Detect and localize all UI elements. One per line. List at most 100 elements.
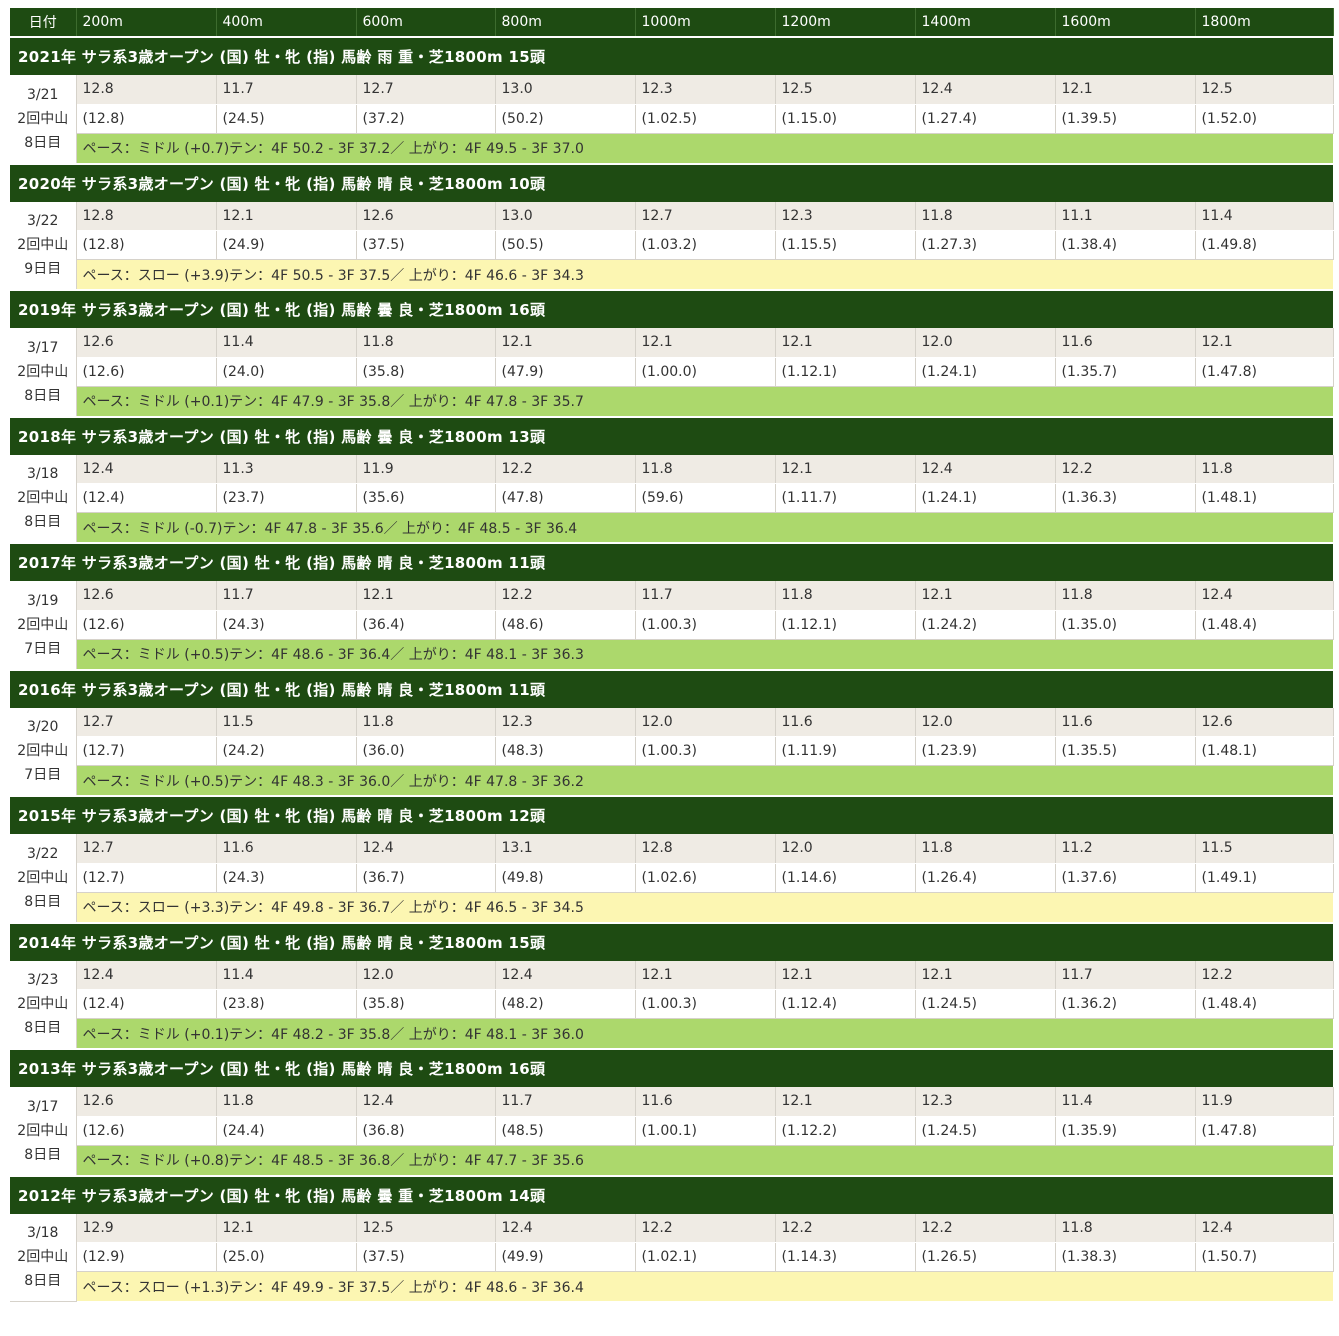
race-title: 2018年 サラ系3歳オープン (国) 牡・牝 (指) 馬齢 曇 良・芝1800… [10,415,1333,455]
cumulative-time-cell: (48.2) [495,989,636,1019]
lap-time-cell: 12.4 [356,1087,496,1117]
pace-row: ペース：スロー (+3.3)テン：4F 49.8 - 3F 36.7／ 上がり：… [10,892,1333,923]
lap-time-cell: 12.4 [495,1213,636,1243]
cumulative-time-cell: (1.52.0) [1195,104,1334,134]
race-date: 3/17 [27,1098,59,1115]
cumulative-times-row: (12.8) (24.5) (37.2) (50.2) (1.02.5) (1.15.0)… [10,104,1334,134]
lap-time-cell: 12.7 [76,834,217,864]
lap-time-cell: 11.8 [1055,1213,1196,1243]
cumulative-time-cell: (12.6) [76,1116,217,1146]
pace-row: ペース：ミドル (+0.8)テン：4F 48.5 - 3F 36.8／ 上がり：… [10,1145,1333,1176]
lap-time-cell: 11.6 [1055,328,1196,358]
cumulative-time-cell: (1.48.4) [1195,989,1334,1019]
race-meet: 2回中山 [17,1122,69,1139]
cumulative-time-cell: (59.6) [635,483,776,513]
lap-time-cell: 12.1 [775,454,916,484]
cumulative-time-cell: (1.00.3) [635,610,776,640]
race-date-cell: 3/17 2回中山 8日目 [10,1087,77,1176]
race-date: 3/22 [27,213,59,230]
cumulative-times-row: (12.4) (23.8) (35.8) (48.2) (1.00.3) (1.12.4)… [10,989,1334,1019]
cumulative-time-cell: (47.8) [495,483,636,513]
lap-time-cell: 12.4 [76,454,217,484]
cumulative-time-cell: (1.24.5) [915,989,1056,1019]
cumulative-time-cell: (1.49.1) [1195,863,1334,893]
cumulative-time-cell: (1.11.9) [775,736,916,766]
pace-summary: ペース：ミドル (+0.8)テン：4F 48.5 - 3F 36.8／ 上がり：… [76,1145,1333,1176]
cumulative-time-cell: (1.14.3) [775,1242,916,1272]
lap-time-cell: 11.8 [1055,581,1196,611]
pace-summary: ペース：ミドル (+0.5)テン：4F 48.6 - 3F 36.4／ 上がり：… [76,639,1333,670]
race-day: 9日目 [24,261,62,278]
cumulative-time-cell: (1.02.5) [635,104,776,134]
cumulative-time-cell: (1.36.2) [1055,989,1196,1019]
lap-time-table: 日付 200m 400m 600m 800m 1000m 1200m 1400m… [10,8,1334,1302]
lap-time-cell: 11.6 [775,707,916,737]
lap-time-cell: 12.1 [495,328,636,358]
cumulative-time-cell: (23.7) [216,483,357,513]
race-date: 3/22 [27,845,59,862]
race-title: 2021年 サラ系3歳オープン (国) 牡・牝 (指) 馬齢 雨 重・芝1800… [10,36,1333,75]
cumulative-time-cell: (1.12.2) [775,1116,916,1146]
lap-time-cell: 12.1 [1055,75,1196,105]
race-title: 2019年 サラ系3歳オープン (国) 牡・牝 (指) 馬齢 曇 良・芝1800… [10,289,1333,328]
lap-time-cell: 12.0 [775,834,916,864]
race-title-row: 2021年 サラ系3歳オープン (国) 牡・牝 (指) 馬齢 雨 重・芝1800… [10,36,1333,75]
cumulative-time-cell: (24.3) [216,863,357,893]
race-title-row: 2014年 サラ系3歳オープン (国) 牡・牝 (指) 馬齢 晴 良・芝1800… [10,921,1333,961]
lap-time-cell: 12.5 [775,75,916,105]
cumulative-time-cell: (1.38.4) [1055,230,1196,260]
cumulative-time-cell: (1.03.2) [635,230,776,260]
lap-time-cell: 11.2 [1055,834,1196,864]
race-day: 8日目 [24,1273,62,1289]
lap-time-cell: 12.7 [356,75,496,105]
lap-time-cell: 12.8 [76,201,217,231]
race-meet: 2回中山 [17,743,69,760]
cumulative-time-cell: (24.2) [216,736,357,766]
cumulative-time-cell: (36.0) [356,736,496,766]
cumulative-time-cell: (12.6) [76,357,217,387]
cumulative-time-cell: (1.24.2) [915,610,1056,640]
cumulative-time-cell: (1.47.8) [1195,1116,1334,1146]
race-date-cell: 3/18 2回中山 8日目 [10,1213,77,1302]
lap-time-cell: 11.6 [635,1087,776,1117]
pace-summary: ペース：ミドル (+0.5)テン：4F 48.3 - 3F 36.0／ 上がり：… [76,765,1333,796]
lap-time-cell: 12.5 [356,1213,496,1243]
cumulative-time-cell: (24.0) [216,357,357,387]
lap-time-cell: 11.7 [216,581,357,611]
lap-times-row: 3/17 2回中山 8日目 12.6 11.8 12.4 11.7 11.6 12.1 12.3 1… [10,1087,1334,1176]
column-header-row: 日付 200m 400m 600m 800m 1000m 1200m 1400m… [10,8,1334,37]
race-title: 2020年 サラ系3歳オープン (国) 牡・牝 (指) 馬齢 晴 良・芝1800… [10,162,1333,202]
cumulative-time-cell: (12.8) [76,104,217,134]
column-header-distance: 400m [216,8,357,37]
race-date-cell: 3/19 2回中山 7日目 [10,581,77,670]
lap-time-cell: 12.7 [635,201,776,231]
lap-time-cell: 11.5 [1195,834,1334,864]
race-date-cell: 3/17 2回中山 8日目 [10,328,77,417]
pace-row: ペース：スロー (+3.9)テン：4F 50.5 - 3F 37.5／ 上がり：… [10,259,1333,290]
cumulative-time-cell: (50.2) [495,104,636,134]
race-title-row: 2020年 サラ系3歳オープン (国) 牡・牝 (指) 馬齢 晴 良・芝1800… [10,162,1333,202]
pace-summary: ペース：スロー (+3.9)テン：4F 50.5 - 3F 37.5／ 上がり：… [76,259,1333,290]
race-meet: 2回中山 [17,1249,69,1265]
lap-time-cell: 12.1 [775,960,916,990]
lap-time-cell: 12.4 [495,960,636,990]
cumulative-time-cell: (1.48.1) [1195,483,1334,513]
cumulative-time-cell: (1.14.6) [775,863,916,893]
cumulative-time-cell: (37.5) [356,1242,496,1272]
race-date: 3/21 [27,86,59,103]
lap-time-cell: 12.6 [76,328,217,358]
column-header-distance: 600m [356,8,496,37]
cumulative-times-row: (12.7) (24.3) (36.7) (49.8) (1.02.6) (1.14.6)… [10,863,1334,893]
pace-summary: ペース：スロー (+1.3)テン：4F 49.9 - 3F 37.5／ 上がり：… [76,1271,1333,1301]
cumulative-time-cell: (1.47.8) [1195,357,1334,387]
lap-time-cell: 12.2 [635,1213,776,1243]
cumulative-time-cell: (35.6) [356,483,496,513]
race-title-row: 2013年 サラ系3歳オープン (国) 牡・牝 (指) 馬齢 晴 良・芝1800… [10,1048,1333,1087]
lap-time-cell: 12.3 [775,201,916,231]
cumulative-time-cell: (1.35.9) [1055,1116,1196,1146]
race-date: 3/18 [27,466,59,483]
race-date: 3/23 [27,972,59,989]
lap-time-cell: 12.4 [1195,581,1334,611]
race-date: 3/20 [27,719,59,736]
lap-time-cell: 12.7 [76,707,217,737]
